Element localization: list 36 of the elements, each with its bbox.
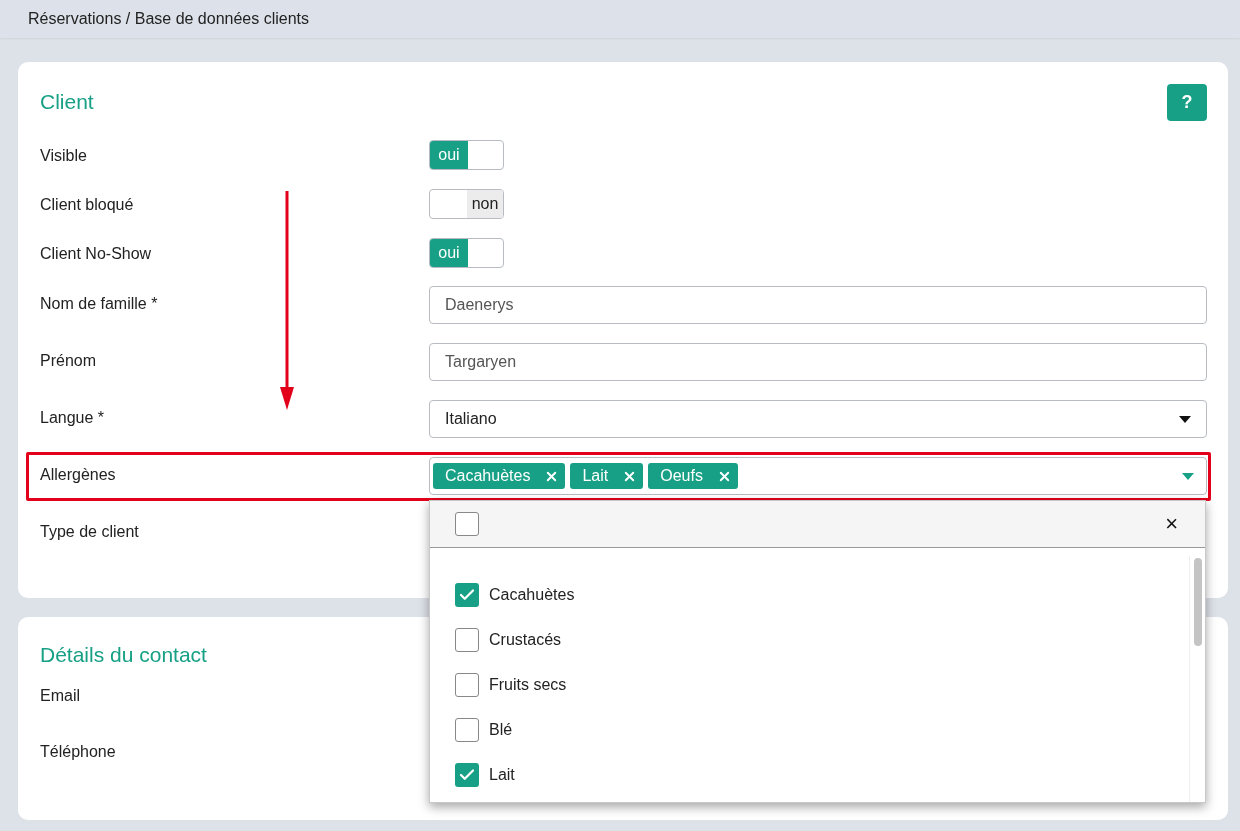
dropdown-option[interactable]: Cacahuètes	[455, 572, 1189, 617]
text-input[interactable]: Targaryen	[429, 343, 1207, 381]
text-input[interactable]: Daenerys	[429, 286, 1207, 324]
dropdown-option[interactable]: Blé	[455, 707, 1189, 752]
field-label: Email	[40, 686, 80, 706]
field-label: Nom de famille *	[40, 294, 159, 314]
toggle-label: non	[467, 190, 503, 218]
language-select[interactable]: Italiano	[429, 400, 1207, 438]
field-label: Client No-Show	[40, 244, 153, 264]
checkbox[interactable]	[455, 672, 479, 697]
scrollbar[interactable]	[1189, 556, 1205, 802]
field-label: Type de client	[40, 522, 140, 542]
checkbox[interactable]	[455, 512, 479, 536]
dropdown-option[interactable]: Lait	[455, 752, 1189, 797]
field-label: Langue *	[40, 408, 106, 428]
select-value: Italiano	[445, 409, 497, 429]
field-label: Visible	[40, 146, 88, 166]
section-title: Détails du contact	[40, 642, 207, 668]
checkbox[interactable]	[455, 762, 479, 787]
checkbox[interactable]	[455, 582, 479, 607]
caret-icon	[1182, 472, 1194, 480]
checkbox[interactable]	[455, 717, 479, 742]
toggle-label: oui	[430, 239, 468, 267]
checkbox[interactable]	[455, 627, 479, 652]
field-label: Prénom	[40, 351, 98, 371]
dropdown-option[interactable]: Crustacés	[455, 617, 1189, 662]
section-title: Client	[40, 89, 94, 115]
toggle-switch[interactable]: non	[429, 189, 504, 219]
breadcrumb: Réservations / Base de données clients	[28, 9, 310, 29]
toggle-label: oui	[430, 141, 468, 169]
field-label: Client bloqué	[40, 195, 135, 215]
caret-icon	[1179, 415, 1191, 423]
field-label: Allergènes	[40, 465, 117, 485]
field-label: Téléphone	[40, 742, 116, 762]
close-button[interactable]: ×	[1165, 513, 1178, 535]
dropdown-option[interactable]: Fruits secs	[455, 662, 1189, 707]
